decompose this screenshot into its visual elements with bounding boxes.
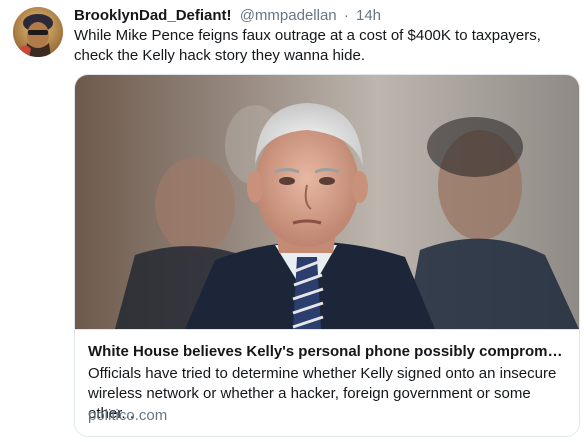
tweet-header: BrooklynDad_Defiant! @mmpadellan · 14h [74, 6, 381, 26]
tweet[interactable]: BrooklynDad_Defiant! @mmpadellan · 14h W… [0, 0, 588, 442]
author-handle[interactable]: @mmpadellan [240, 7, 337, 24]
link-card[interactable]: White House believes Kelly's personal ph… [74, 74, 580, 437]
tweet-timestamp[interactable]: 14h [356, 7, 381, 24]
card-image[interactable] [75, 75, 579, 329]
card-title[interactable]: White House believes Kelly's personal ph… [88, 342, 566, 362]
card-photo [75, 75, 579, 329]
card-text[interactable]: White House believes Kelly's personal ph… [75, 329, 579, 436]
avatar[interactable] [13, 7, 63, 57]
tweet-text: While Mike Pence feigns faux outrage at … [74, 27, 541, 64]
card-domain[interactable]: politico.com [88, 406, 167, 426]
separator: · [343, 7, 349, 24]
author-name[interactable]: BrooklynDad_Defiant! [74, 7, 232, 24]
avatar-image [13, 7, 63, 57]
